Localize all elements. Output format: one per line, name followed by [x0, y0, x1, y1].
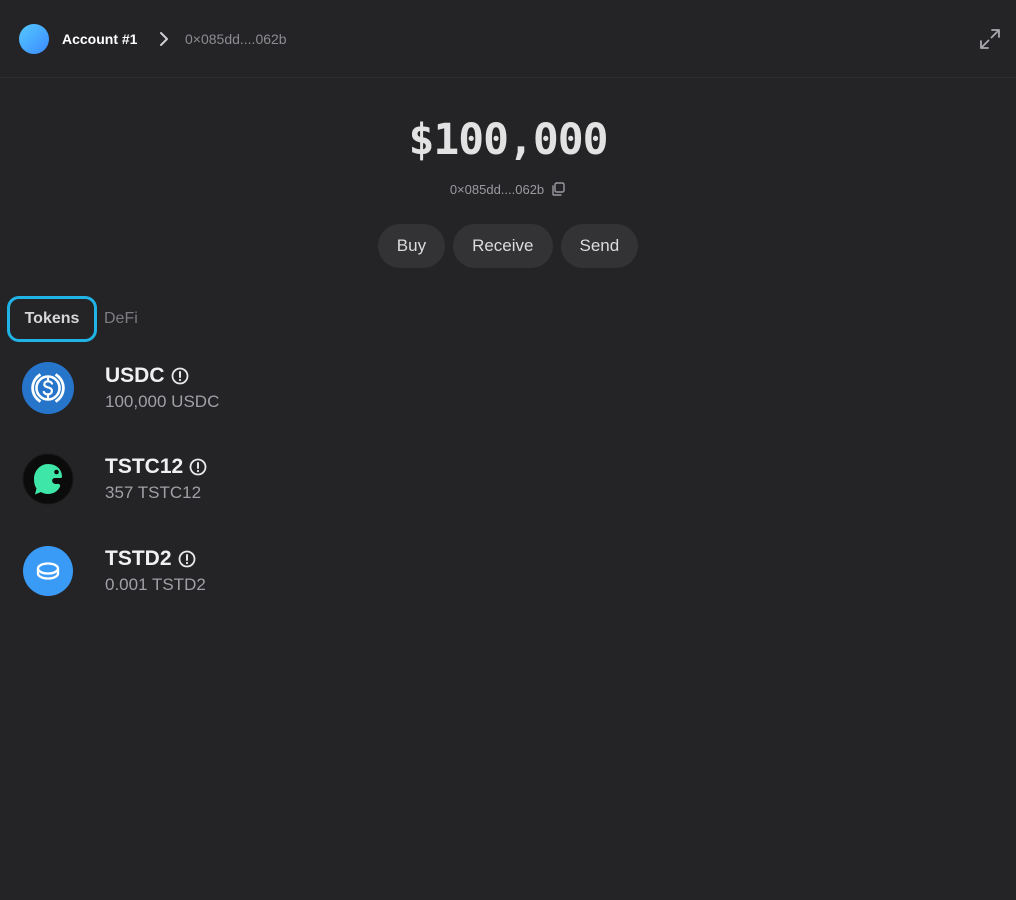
header-address[interactable]: 0×085dd....062b — [185, 31, 287, 47]
header-bar: Account #1 0×085dd....062b — [0, 0, 1016, 78]
usdc-icon — [22, 362, 74, 414]
tstd2-icon — [23, 546, 73, 596]
send-button[interactable]: Send — [560, 224, 639, 268]
token-row-tstc12[interactable]: TSTC12 357 TSTC12 — [22, 451, 422, 507]
copy-icon[interactable] — [550, 181, 566, 197]
token-row-tstd2[interactable]: TSTD2 0.001 TSTD2 — [22, 543, 422, 599]
info-icon[interactable] — [189, 458, 207, 476]
action-buttons: Buy Receive Send — [0, 224, 1016, 268]
account-name[interactable]: Account #1 — [62, 31, 137, 47]
token-amount: 0.001 TSTD2 — [105, 575, 206, 594]
token-name: TSTD2 — [105, 547, 172, 570]
wallet-address-row: 0×085dd....062b — [0, 181, 1016, 197]
total-balance: $100,000 — [408, 115, 608, 165]
buy-button[interactable]: Buy — [377, 224, 446, 268]
tstc12-icon — [22, 453, 74, 505]
tab-tokens[interactable]: Tokens — [7, 296, 97, 342]
chevron-right-icon[interactable] — [157, 29, 171, 49]
token-amount: 100,000 USDC — [105, 392, 220, 411]
info-icon[interactable] — [178, 550, 196, 568]
info-icon[interactable] — [171, 367, 189, 385]
token-name: TSTC12 — [105, 455, 184, 478]
token-row-usdc[interactable]: USDC 100,000 USDC — [22, 360, 422, 416]
expand-icon[interactable] — [978, 27, 1002, 51]
account-avatar[interactable] — [19, 24, 49, 54]
tab-defi[interactable]: DeFi — [104, 296, 138, 342]
token-amount: 357 TSTC12 — [105, 483, 202, 502]
token-name: USDC — [105, 364, 165, 387]
receive-button[interactable]: Receive — [453, 224, 553, 268]
wallet-address: 0×085dd....062b — [449, 181, 545, 197]
